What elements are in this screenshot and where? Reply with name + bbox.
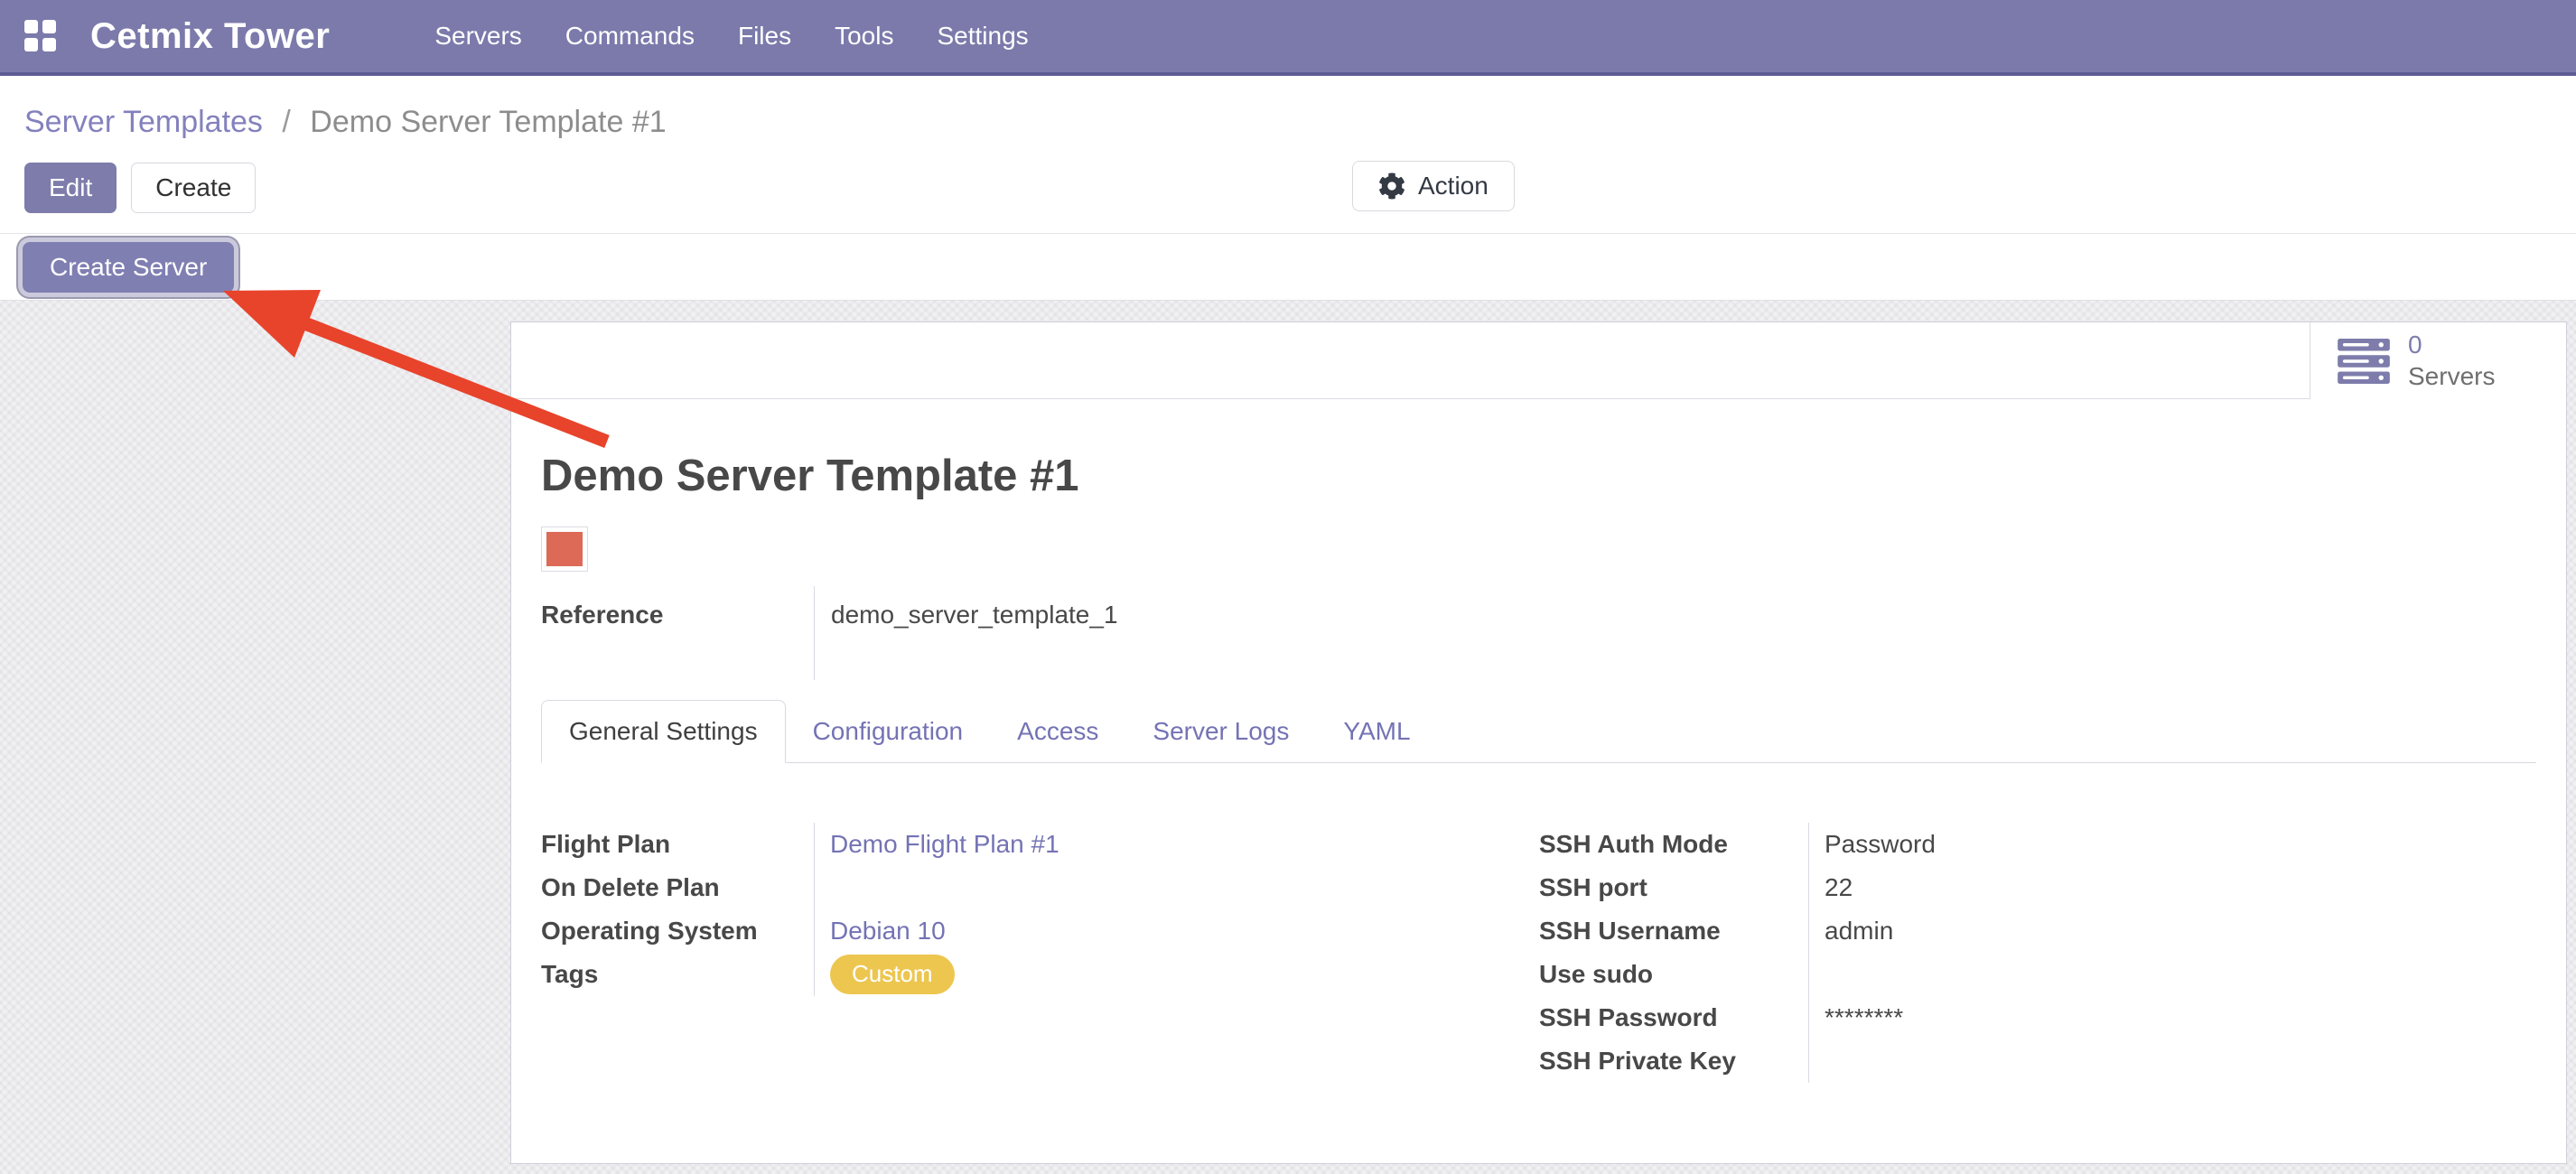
breadcrumb-parent-link[interactable]: Server Templates: [24, 105, 263, 139]
breadcrumb: Server Templates / Demo Server Template …: [24, 105, 667, 140]
field-row-operating-system: Operating System Debian 10: [541, 909, 1539, 953]
field-group-left: Flight Plan Demo Flight Plan #1 On Delet…: [541, 823, 1539, 996]
ssh-auth-mode-label: SSH Auth Mode: [1539, 830, 1808, 859]
edit-button[interactable]: Edit: [24, 163, 117, 213]
ssh-port-label: SSH port: [1539, 873, 1808, 902]
sheet-body: Demo Server Template #1 Reference demo_s…: [511, 451, 2566, 1083]
tab-configuration[interactable]: Configuration: [786, 701, 991, 762]
control-panel: Server Templates / Demo Server Template …: [0, 76, 2576, 234]
notebook-tabs: General Settings Configuration Access Se…: [541, 700, 2536, 763]
flight-plan-label: Flight Plan: [541, 830, 814, 859]
ssh-username-label: SSH Username: [1539, 917, 1808, 946]
servers-stack-icon: [2338, 339, 2390, 384]
apps-grid-icon[interactable]: [23, 19, 58, 53]
ssh-port-value: 22: [1808, 873, 1853, 902]
color-swatch-red: [546, 532, 583, 566]
field-row-use-sudo: Use sudo: [1539, 953, 2536, 996]
operating-system-value[interactable]: Debian 10: [814, 917, 946, 946]
gear-icon: [1378, 172, 1405, 200]
ssh-password-label: SSH Password: [1539, 1003, 1808, 1032]
field-row-ssh-auth-mode: SSH Auth Mode Password: [1539, 823, 2536, 866]
tags-value: Custom: [814, 955, 955, 993]
sheet-header: 0 Servers: [511, 322, 2566, 399]
stat-label: Servers: [2408, 361, 2495, 392]
tab-server-logs[interactable]: Server Logs: [1125, 701, 1316, 762]
main-menu: Servers Commands Files Tools Settings: [434, 22, 1028, 51]
server-template-sheet: 0 Servers Demo Server Template #1 Refere…: [510, 321, 2567, 1164]
reference-row: Reference demo_server_template_1: [541, 586, 2536, 680]
tab-general-settings[interactable]: General Settings: [541, 700, 786, 763]
field-row-ssh-port: SSH port 22: [1539, 866, 2536, 909]
tab-access[interactable]: Access: [990, 701, 1125, 762]
record-buttons: Edit Create: [24, 163, 256, 213]
top-navbar: Cetmix Tower Servers Commands Files Tool…: [0, 0, 2576, 76]
color-picker-swatch[interactable]: [541, 526, 588, 572]
field-groups: Flight Plan Demo Flight Plan #1 On Delet…: [541, 823, 2536, 1083]
flight-plan-value[interactable]: Demo Flight Plan #1: [814, 830, 1059, 859]
page-title: Demo Server Template #1: [541, 451, 2536, 501]
ssh-auth-mode-value: Password: [1808, 830, 1936, 859]
create-button[interactable]: Create: [131, 163, 256, 213]
stat-value: 0: [2408, 330, 2495, 360]
field-row-ssh-private-key: SSH Private Key: [1539, 1039, 2536, 1083]
on-delete-plan-label: On Delete Plan: [541, 873, 814, 902]
breadcrumb-separator: /: [282, 105, 290, 139]
app-title[interactable]: Cetmix Tower: [90, 16, 330, 57]
reference-label: Reference: [541, 586, 814, 680]
tab-yaml[interactable]: YAML: [1316, 701, 1437, 762]
menu-item-commands[interactable]: Commands: [565, 22, 695, 51]
field-row-tags: Tags Custom: [541, 953, 1539, 996]
breadcrumb-current: Demo Server Template #1: [310, 105, 666, 139]
operating-system-label: Operating System: [541, 917, 814, 946]
ssh-password-value: ********: [1808, 1003, 1903, 1032]
action-button-label: Action: [1418, 172, 1489, 200]
field-row-ssh-username: SSH Username admin: [1539, 909, 2536, 953]
create-server-bar: Create Server: [0, 234, 2576, 301]
menu-item-settings[interactable]: Settings: [937, 22, 1028, 51]
action-button[interactable]: Action: [1352, 161, 1515, 211]
ssh-username-value: admin: [1808, 917, 1893, 946]
tags-label: Tags: [541, 960, 814, 989]
menu-item-servers[interactable]: Servers: [434, 22, 521, 51]
ssh-private-key-label: SSH Private Key: [1539, 1047, 1808, 1076]
reference-value: demo_server_template_1: [814, 586, 2536, 680]
field-row-ssh-password: SSH Password ********: [1539, 996, 2536, 1039]
stat-text: 0 Servers: [2408, 330, 2495, 391]
use-sudo-label: Use sudo: [1539, 960, 1808, 989]
menu-item-tools[interactable]: Tools: [835, 22, 893, 51]
form-background: 0 Servers Demo Server Template #1 Refere…: [0, 301, 2576, 1174]
servers-stat-button[interactable]: 0 Servers: [2310, 322, 2566, 399]
menu-item-files[interactable]: Files: [738, 22, 791, 51]
tag-custom[interactable]: Custom: [830, 955, 955, 993]
field-row-flight-plan: Flight Plan Demo Flight Plan #1: [541, 823, 1539, 866]
field-group-right: SSH Auth Mode Password SSH port 22 SSH U…: [1539, 823, 2536, 1083]
field-row-on-delete-plan: On Delete Plan: [541, 866, 1539, 909]
create-server-button[interactable]: Create Server: [23, 242, 234, 293]
